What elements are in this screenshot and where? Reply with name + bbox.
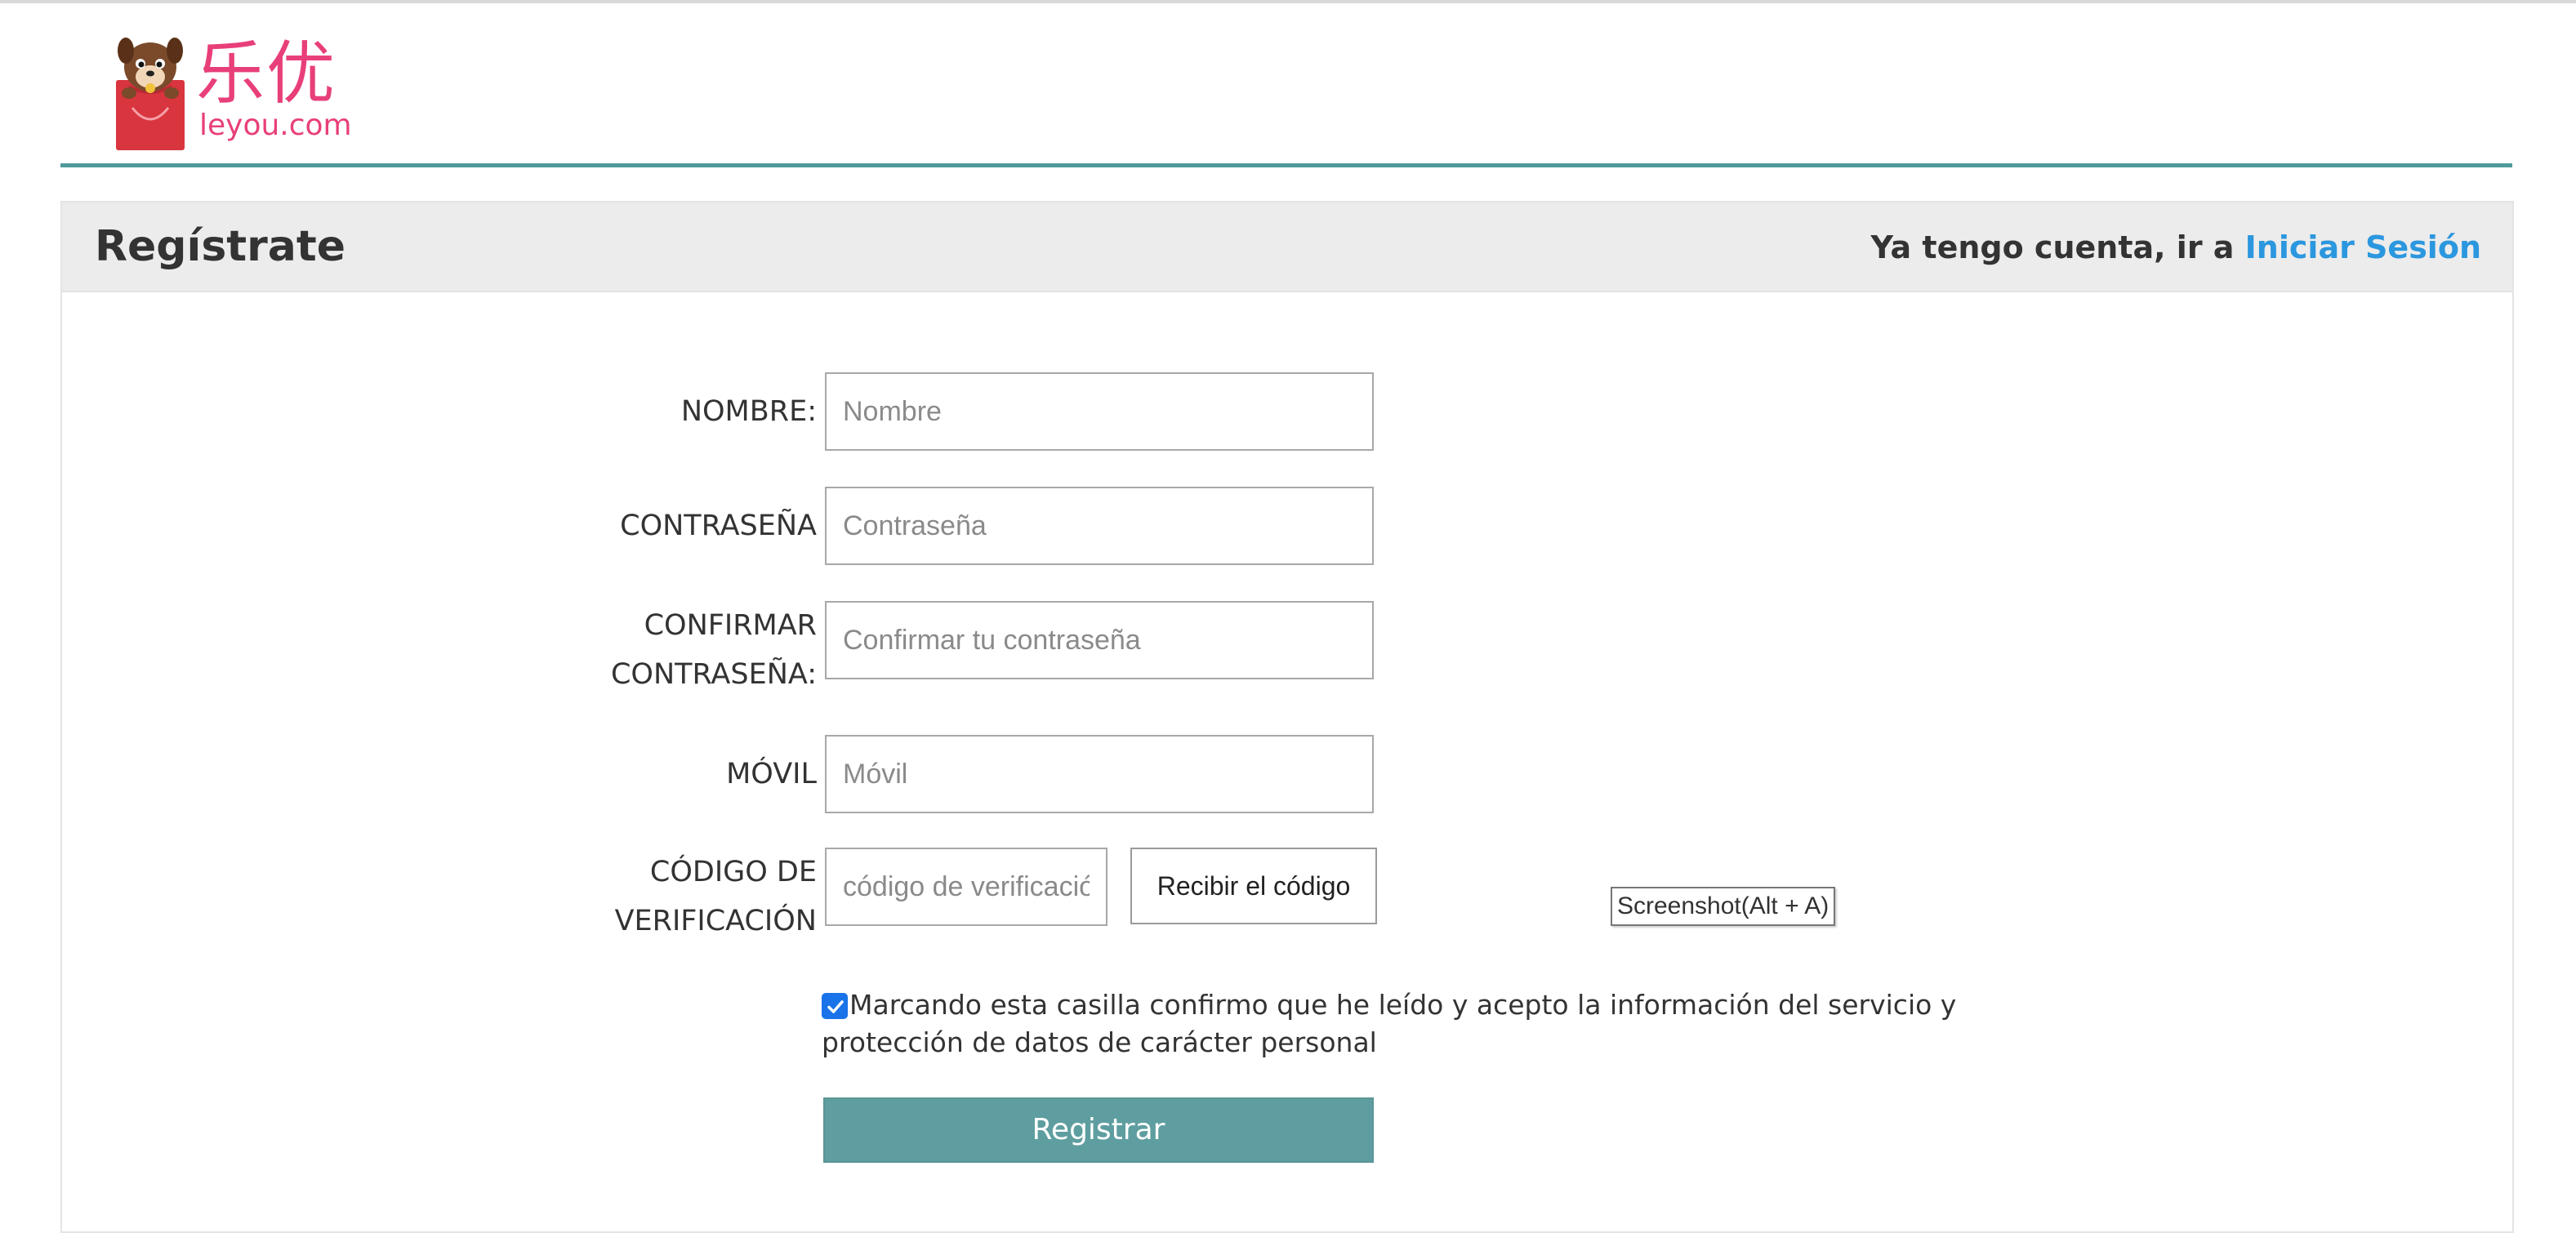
login-prompt-text: Ya tengo cuenta, ir a: [1870, 229, 2245, 265]
terms-text: Marcando esta casilla confirmo que he le…: [822, 989, 1957, 1058]
site-header: 乐优 leyou.com: [0, 3, 2576, 167]
mobile-label: MÓVIL: [726, 758, 817, 790]
password-label: CONTRASEÑA: [620, 510, 817, 542]
brand-domain: leyou.com: [199, 109, 352, 142]
confirm-password-label: CONFIRMAR CONTRASEÑA:: [610, 609, 817, 691]
site-logo[interactable]: 乐优 leyou.com: [114, 33, 359, 152]
register-button[interactable]: Registrar: [823, 1097, 1374, 1163]
dog-in-shopping-bag-icon: [116, 38, 185, 150]
checkmark-icon: [827, 1000, 844, 1013]
verification-code-label: CÓDIGO DE VERIFICACIÓN: [614, 856, 817, 937]
name-label: NOMBRE:: [680, 395, 817, 428]
password-input[interactable]: [825, 487, 1374, 565]
mobile-input[interactable]: [825, 735, 1374, 813]
name-input[interactable]: [825, 372, 1374, 451]
page-title: Regístrate: [95, 222, 346, 271]
brand-name-chinese: 乐优: [196, 33, 337, 114]
get-code-button[interactable]: Recibir el código: [1130, 848, 1377, 924]
verification-code-input[interactable]: [825, 848, 1108, 926]
login-link[interactable]: Iniciar Sesión: [2245, 229, 2481, 265]
terms-agreement: Marcando esta casilla confirmo que he le…: [822, 986, 1998, 1062]
header-divider: [60, 163, 2512, 167]
register-panel-header: Regístrate Ya tengo cuenta, ir a Iniciar…: [62, 203, 2512, 292]
login-prompt: Ya tengo cuenta, ir a Iniciar Sesión: [1871, 227, 2482, 268]
terms-checkbox[interactable]: [822, 993, 848, 1019]
screenshot-tooltip: Screenshot(Alt + A): [1611, 887, 1836, 926]
register-panel: Regístrate Ya tengo cuenta, ir a Iniciar…: [60, 201, 2514, 1233]
confirm-password-input[interactable]: [825, 601, 1374, 679]
